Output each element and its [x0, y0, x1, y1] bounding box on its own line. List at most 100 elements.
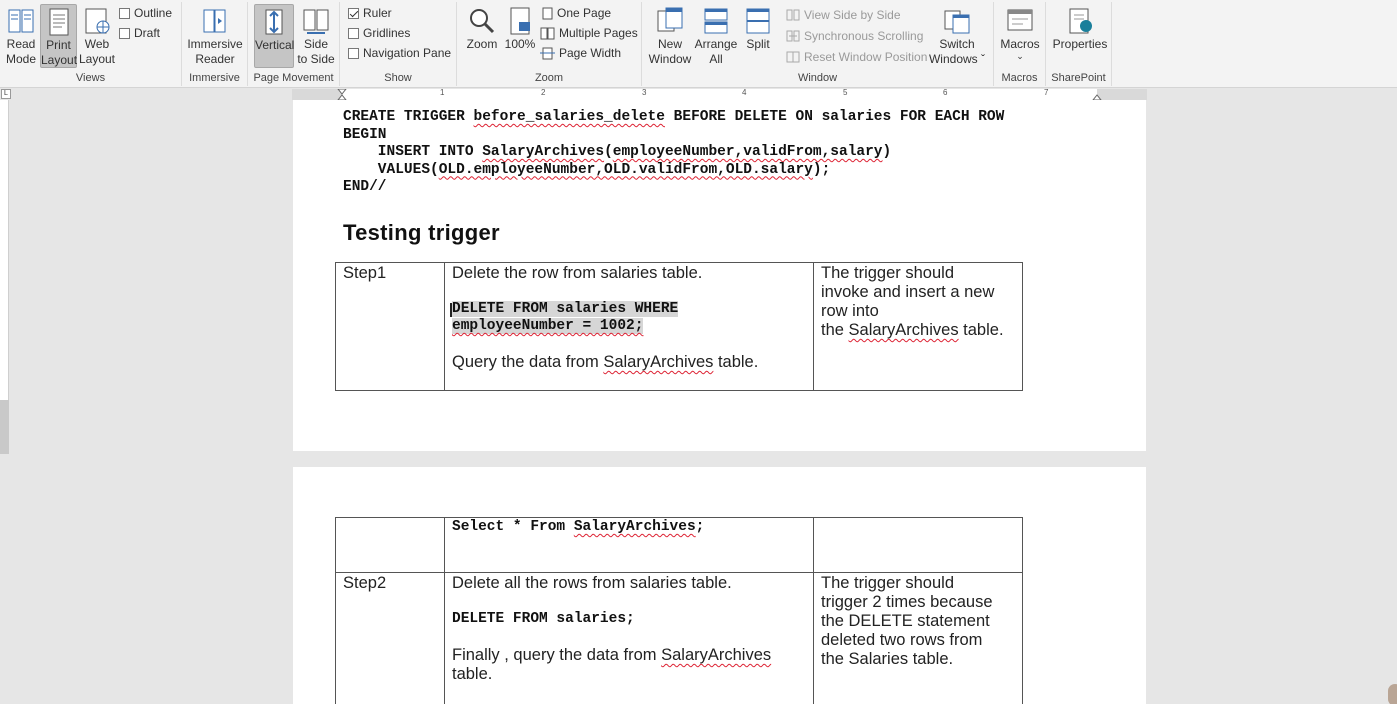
page-width-icon: [540, 47, 555, 59]
page-width-button[interactable]: Page Width: [540, 46, 621, 60]
side-to-side-button[interactable]: Side to Side: [297, 4, 335, 67]
final-pre: Finally , query the data from: [452, 646, 662, 664]
immersive-reader-label-2: Reader: [195, 52, 235, 66]
select-pre: Select * From: [452, 519, 574, 535]
side-to-side-label-1: Side: [303, 37, 329, 51]
code-token: INSERT INTO: [343, 144, 483, 160]
step-cell[interactable]: Step2: [335, 572, 445, 704]
code-token: employeeNumber,validFrom,salary: [612, 144, 883, 160]
arrange-all-button[interactable]: Arrange All: [694, 4, 738, 67]
document-page-1[interactable]: CREATE TRIGGER before_salaries_delete BE…: [293, 100, 1146, 451]
ruler-number: 4: [742, 88, 747, 97]
code-token: CREATE TRIGGER: [343, 109, 474, 125]
multiple-pages-icon: [540, 27, 555, 39]
sharepoint-group-label: SharePoint: [1051, 72, 1106, 84]
zoom-100-button[interactable]: 100%: [503, 4, 537, 52]
action-cell[interactable]: Delete the row from salaries table. DELE…: [444, 262, 814, 391]
ruler-number: 3: [642, 88, 647, 97]
action-cell[interactable]: Delete all the rows from salaries table.…: [444, 572, 814, 704]
step1-note-line: invoke and insert a new: [821, 283, 995, 301]
read-mode-label-1: Read: [6, 37, 36, 51]
switch-windows-label-1: Switch: [939, 37, 975, 51]
code-line: INSERT INTO SalaryArchives(employeeNumbe…: [343, 144, 1004, 162]
vertical-button[interactable]: Vertical: [254, 4, 294, 68]
zoom-button[interactable]: Zoom: [463, 4, 501, 52]
vertical-ruler[interactable]: [0, 100, 9, 454]
table-row: Step1 Delete the row from salaries table…: [335, 262, 1023, 391]
outline-icon: [119, 7, 130, 19]
trigger-code-block: CREATE TRIGGER before_salaries_delete BE…: [343, 109, 1004, 197]
page-movement-group: Vertical Side to Side Page Movement: [248, 2, 340, 86]
draft-button[interactable]: Draft: [119, 26, 160, 40]
navigation-pane-checkbox[interactable]: Navigation Pane: [348, 46, 451, 60]
view-side-by-side-button[interactable]: View Side by Side: [786, 8, 901, 22]
multiple-pages-label: Multiple Pages: [559, 26, 638, 40]
synchronous-scrolling-icon: [786, 30, 800, 42]
web-layout-label-1: Web: [84, 37, 110, 51]
select-word: SalaryArchives: [573, 519, 696, 535]
code-line: VALUES(OLD.employeeNumber,OLD.validFrom,…: [343, 162, 1004, 180]
macros-icon: [1007, 9, 1033, 31]
sql-line-1: DELETE FROM salaries WHERE: [452, 301, 679, 317]
properties-button[interactable]: Properties: [1051, 4, 1109, 52]
zoom-label: Zoom: [466, 37, 498, 51]
immersive-reader-button[interactable]: Immersive Reader: [187, 4, 243, 67]
code-token: VALUES(: [343, 161, 439, 178]
section-heading: Testing trigger: [343, 220, 500, 245]
views-group-label: Views: [75, 72, 106, 84]
action-cell[interactable]: Select * From SalaryArchives;: [444, 517, 814, 573]
step2-sql: DELETE FROM salaries;: [452, 611, 635, 627]
macros-group-label: Macros: [1001, 72, 1038, 84]
ruler-number: 5: [843, 88, 848, 97]
final-post: table.: [452, 665, 493, 683]
step2-description: Delete all the rows from salaries table.: [452, 574, 732, 592]
outline-button[interactable]: Outline: [119, 6, 172, 20]
ruler-checkbox[interactable]: Ruler: [348, 6, 392, 20]
note-cell[interactable]: The trigger should invoke and insert a n…: [813, 262, 1023, 391]
horizontal-ruler[interactable]: 1 2 3 4 5 6 7: [292, 88, 1147, 100]
step-cell[interactable]: [335, 517, 445, 573]
zoom-group: Zoom 100% One Page Multiple Pages Page W…: [457, 2, 642, 86]
split-button[interactable]: Split: [740, 4, 776, 52]
note-cell[interactable]: [813, 517, 1023, 573]
web-layout-button[interactable]: Web Layout: [78, 4, 116, 67]
gridlines-checkbox[interactable]: Gridlines: [348, 26, 410, 40]
multiple-pages-button[interactable]: Multiple Pages: [540, 26, 638, 40]
ruler-number: 6: [943, 88, 948, 97]
switch-windows-button[interactable]: Switch Windows ˇ: [926, 4, 988, 67]
side-to-side-label-2: to Side: [297, 52, 335, 66]
note-post: table.: [958, 321, 1004, 339]
ruler-indent-marker-icon[interactable]: [337, 89, 347, 100]
one-page-button[interactable]: One Page: [542, 6, 611, 20]
new-window-button[interactable]: New Window: [646, 4, 694, 67]
navigation-pane-label: Navigation Pane: [363, 46, 452, 60]
ruler-right-indent-icon[interactable]: [1092, 89, 1102, 100]
code-token: before_salaries_delete: [473, 109, 665, 125]
draft-label: Draft: [134, 26, 161, 40]
print-layout-button[interactable]: Print Layout: [40, 4, 77, 68]
note-cell[interactable]: The trigger should trigger 2 times becau…: [813, 572, 1023, 704]
note-word: SalaryArchives: [848, 321, 959, 339]
macros-dropdown-icon[interactable]: ⌄: [998, 52, 1042, 61]
ruler-check-icon: [348, 7, 359, 19]
new-window-label-1: New: [657, 37, 682, 51]
immersive-group-label: Immersive: [189, 72, 240, 84]
select-post: ;: [695, 519, 705, 535]
read-mode-button[interactable]: Read Mode: [3, 4, 39, 67]
step-cell[interactable]: Step1: [335, 262, 445, 391]
views-group: Read Mode Print Layout Web Layout Outlin…: [0, 2, 182, 86]
text-cursor: [450, 303, 459, 317]
tab-selector[interactable]: L: [1, 89, 11, 99]
ruler-label: Ruler: [363, 6, 392, 20]
switch-windows-icon: [944, 10, 970, 34]
zoom-100-label: 100%: [504, 37, 536, 51]
code-token: SalaryArchives: [482, 144, 605, 160]
synchronous-scrolling-button[interactable]: Synchronous Scrolling: [786, 29, 923, 43]
ribbon: Read Mode Print Layout Web Layout Outlin…: [0, 0, 1397, 88]
document-page-2[interactable]: Select * From SalaryArchives; Step2 Dele…: [293, 467, 1146, 704]
reset-window-position-button[interactable]: Reset Window Position: [786, 50, 927, 64]
show-group-label: Show: [384, 72, 412, 84]
code-token: );: [812, 161, 831, 178]
macros-button[interactable]: Macros ⌄: [998, 4, 1042, 61]
navigation-pane-check-icon: [348, 47, 359, 59]
